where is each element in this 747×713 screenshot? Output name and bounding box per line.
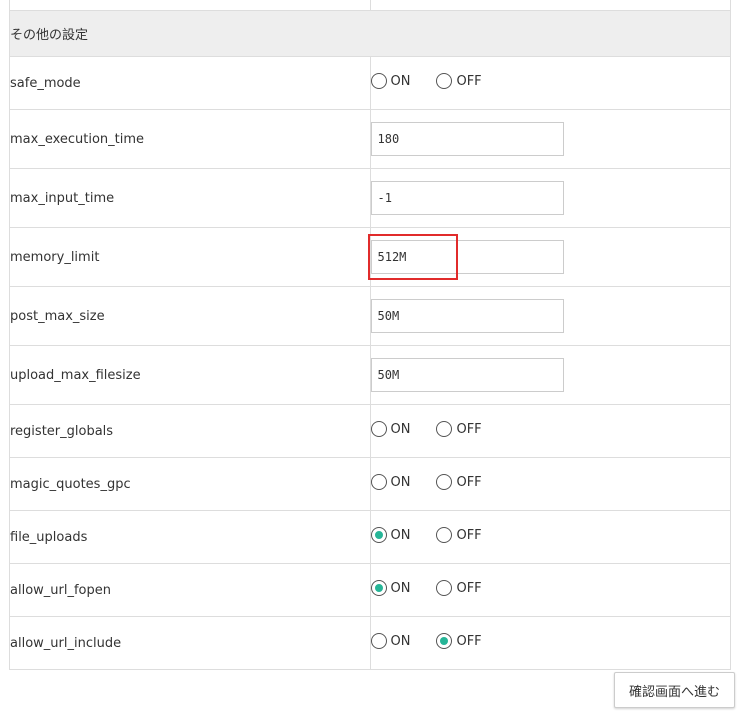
setting-value-cell [367,227,731,287]
setting-label: allow_url_include [9,616,371,670]
previous-table-edge [9,0,731,10]
radio-on[interactable]: ON [370,474,411,490]
setting-value-cell: ON OFF [369,457,731,511]
radio-on-label: ON [390,474,411,490]
setting-value-cell: ON OFF [369,56,731,110]
settings-page: その他の設定 safe_modeONOFFmax_execution_timem… [0,0,747,713]
radio-group: ON OFF [370,631,731,651]
settings-table: その他の設定 safe_modeONOFFmax_execution_timem… [9,10,731,670]
setting-value-cell [369,109,731,169]
upload-max-filesize-input[interactable] [370,358,564,392]
setting-row-safe-mode: safe_mode ON OFF [9,56,731,110]
radio-on-label: ON [390,421,411,437]
setting-value-cell: ON OFF [369,404,731,458]
setting-row-max-execution-time: max_execution_time [9,109,731,169]
radio-off[interactable]: OFF [436,474,482,490]
radio-group: ON OFF [370,525,731,545]
max-input-time-input[interactable] [370,181,564,215]
setting-label: memory_limit [9,227,371,287]
setting-row-max-input-time: max_input_time [9,168,731,228]
setting-row-post-max-size: post_max_size [9,286,731,346]
setting-label: post_max_size [9,286,371,346]
setting-row-memory-limit: memory_limit [9,227,731,287]
setting-value-cell: ON OFF [369,616,731,670]
setting-row-register-globals: register_globals ON OFF [9,404,731,458]
radio-group: ON OFF [370,419,731,439]
radio-off-label: OFF [456,474,482,490]
radio-off-label: OFF [456,633,482,649]
previous-table-divider [370,0,371,10]
radio-on-circle[interactable] [370,474,387,490]
post-max-size-input[interactable] [370,299,564,333]
radio-on-circle[interactable] [370,527,387,543]
radio-on[interactable]: ON [370,421,411,437]
radio-group: ON OFF [370,578,731,598]
setting-value-cell [369,286,731,346]
radio-off-circle[interactable] [436,421,453,437]
section-title: その他の設定 [9,10,731,57]
radio-on-circle[interactable] [370,421,387,437]
radio-on-circle[interactable] [370,73,387,89]
radio-on[interactable]: ON [370,580,411,596]
radio-off-label: OFF [456,580,482,596]
setting-row-file-uploads: file_uploads ON OFF [9,510,731,564]
radio-off[interactable]: OFF [436,527,482,543]
radio-on[interactable]: ON [370,527,411,543]
radio-off-circle[interactable] [436,73,453,89]
radio-off-circle[interactable] [436,580,453,596]
confirm-button[interactable]: 確認画面へ進む [614,672,735,708]
setting-label: magic_quotes_gpc [9,457,371,511]
setting-value-cell [369,168,731,228]
radio-off-circle[interactable] [436,527,453,543]
setting-value-cell: ON OFF [369,563,731,617]
setting-row-allow-url-include: allow_url_include ON OFF [9,616,731,670]
radio-on[interactable]: ON [370,633,411,649]
setting-row-magic-quotes-gpc: magic_quotes_gpc ON OFF [9,457,731,511]
setting-label: allow_url_fopen [9,563,371,617]
setting-row-upload-max-filesize: upload_max_filesize [9,345,731,405]
radio-off[interactable]: OFF [436,633,482,649]
setting-label: safe_mode [9,56,371,110]
radio-on-label: ON [390,73,411,89]
radio-off[interactable]: OFF [436,580,482,596]
radio-off-label: OFF [456,421,482,437]
radio-on-label: ON [390,633,411,649]
radio-on-label: ON [390,527,411,543]
radio-off-label: OFF [456,73,482,89]
setting-label: max_input_time [9,168,371,228]
setting-label: upload_max_filesize [9,345,371,405]
memory-limit-input[interactable] [370,240,564,274]
radio-on[interactable]: ON [370,73,411,89]
section-header-row: その他の設定 [9,10,731,57]
radio-off-circle[interactable] [436,633,453,649]
setting-value-cell [369,345,731,405]
radio-on-label: ON [390,580,411,596]
max-execution-time-input[interactable] [370,122,564,156]
setting-label: file_uploads [9,510,371,564]
settings-table-body: その他の設定 safe_modeONOFFmax_execution_timem… [9,10,731,670]
setting-row-allow-url-fopen: allow_url_fopen ON OFF [9,563,731,617]
radio-on-circle[interactable] [370,580,387,596]
radio-off-label: OFF [456,527,482,543]
setting-label: max_execution_time [9,109,371,169]
radio-group: ON OFF [370,71,731,91]
radio-on-circle[interactable] [370,633,387,649]
setting-value-cell: ON OFF [369,510,731,564]
setting-label: register_globals [9,404,371,458]
radio-group: ON OFF [370,472,731,492]
radio-off[interactable]: OFF [436,421,482,437]
radio-off[interactable]: OFF [436,73,482,89]
radio-off-circle[interactable] [436,474,453,490]
